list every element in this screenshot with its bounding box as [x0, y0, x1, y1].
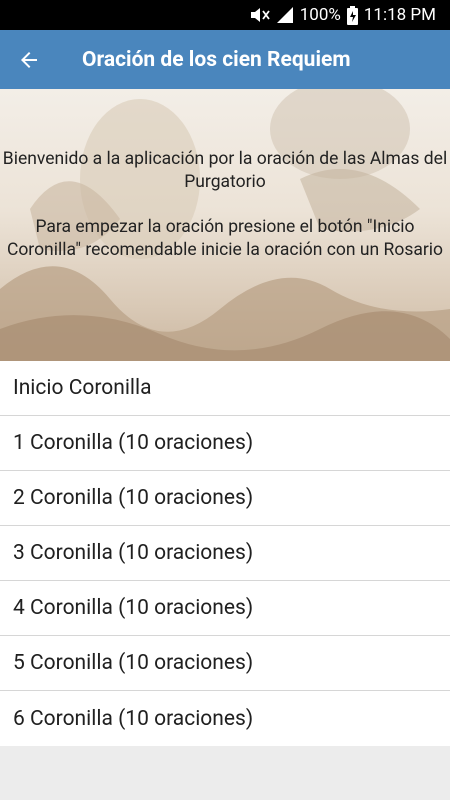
welcome-text: Bienvenido a la aplicación por la oració… [2, 149, 448, 192]
page-title: Oración de los cien Requiem [82, 47, 351, 72]
clock: 11:18 PM [363, 5, 436, 25]
status-bar: 100% 11:18 PM [0, 0, 450, 30]
back-button[interactable] [1, 30, 57, 89]
battery-charging-icon [346, 5, 358, 25]
list-item-coronilla-3[interactable]: 3 Coronilla (10 oraciones) [0, 526, 450, 581]
list-item-coronilla-2[interactable]: 2 Coronilla (10 oraciones) [0, 471, 450, 526]
app-bar: Oración de los cien Requiem [0, 30, 450, 89]
coronilla-list: Inicio Coronilla 1 Coronilla (10 oracion… [0, 361, 450, 746]
arrow-back-icon [21, 51, 37, 68]
list-item-coronilla-4[interactable]: 4 Coronilla (10 oraciones) [0, 581, 450, 636]
battery-percent: 100% [299, 5, 341, 25]
instructions-text: Para empezar la oración presione el botó… [6, 217, 444, 260]
list-item-coronilla-6[interactable]: 6 Coronilla (10 oraciones) [0, 691, 450, 746]
list-item-inicio-coronilla[interactable]: Inicio Coronilla [0, 361, 450, 416]
list-item-coronilla-1[interactable]: 1 Coronilla (10 oraciones) [0, 416, 450, 471]
welcome-banner: Bienvenido a la aplicación por la oració… [0, 89, 450, 361]
list-item-coronilla-5[interactable]: 5 Coronilla (10 oraciones) [0, 636, 450, 691]
mute-icon [248, 6, 270, 24]
signal-icon [276, 6, 294, 24]
